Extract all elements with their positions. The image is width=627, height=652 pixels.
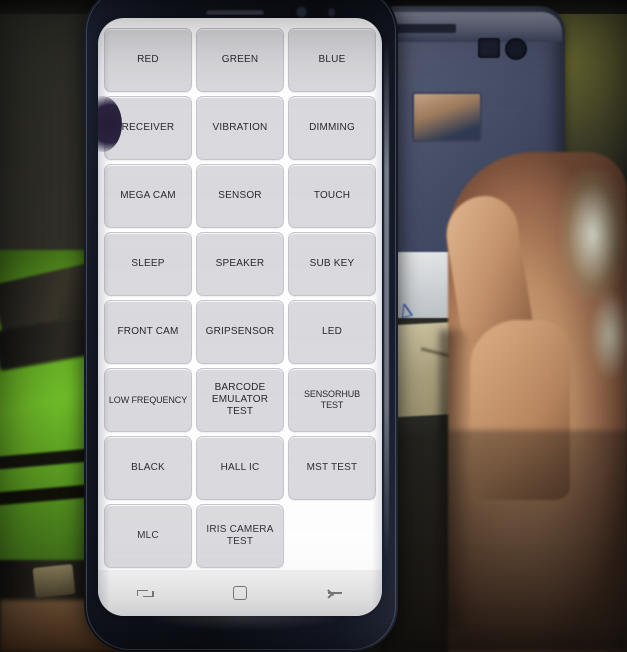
connector-part bbox=[32, 563, 76, 599]
test-button-barcode-emulator-test[interactable]: BARCODE EMULATOR TEST bbox=[196, 368, 284, 432]
test-button-vibration[interactable]: VIBRATION bbox=[196, 96, 284, 160]
chassis-camera-cutout bbox=[478, 38, 500, 58]
test-button-hall-ic[interactable]: HALL IC bbox=[196, 436, 284, 500]
test-button-touch[interactable]: TOUCH bbox=[288, 164, 376, 228]
background-highlight-1 bbox=[560, 170, 626, 300]
chassis-window-cutout bbox=[412, 92, 482, 142]
chassis-sensor-cutout bbox=[505, 38, 527, 60]
test-button-speaker[interactable]: SPEAKER bbox=[196, 232, 284, 296]
front-camera-icon bbox=[328, 8, 335, 17]
phone-device: RED GREEN BLUE RECEIVER VIBRATION DIMMING MEGA… bbox=[84, 0, 398, 652]
test-button-gripsensor[interactable]: GRIPSENSOR bbox=[196, 300, 284, 364]
test-button-mst-test[interactable]: MST TEST bbox=[288, 436, 376, 500]
test-button-mlc[interactable]: MLC bbox=[104, 504, 192, 568]
grid-cell-empty bbox=[288, 504, 376, 568]
test-button-iris-camera-test[interactable]: IRIS CAMERA TEST bbox=[196, 504, 284, 568]
screenshot-scene: ∆ RED GREEN BLUE RECEIVER VIBRATION DIMMING ME… bbox=[0, 0, 627, 652]
test-button-sensorhub-test[interactable]: SENSORHUB TEST bbox=[288, 368, 376, 432]
test-button-grid: RED GREEN BLUE RECEIVER VIBRATION DIMMING MEGA… bbox=[98, 18, 382, 570]
test-button-blue[interactable]: BLUE bbox=[288, 28, 376, 92]
test-button-led[interactable]: LED bbox=[288, 300, 376, 364]
test-button-front-cam[interactable]: FRONT CAM bbox=[104, 300, 192, 364]
test-button-sensor[interactable]: SENSOR bbox=[196, 164, 284, 228]
test-button-dimming[interactable]: DIMMING bbox=[288, 96, 376, 160]
test-button-receiver[interactable]: RECEIVER bbox=[104, 96, 192, 160]
back-icon bbox=[327, 586, 343, 600]
test-button-sub-key[interactable]: SUB KEY bbox=[288, 232, 376, 296]
phone-edge-highlight bbox=[384, 40, 389, 560]
test-button-sleep[interactable]: SLEEP bbox=[104, 232, 192, 296]
recents-icon bbox=[136, 586, 154, 601]
phone-screen: RED GREEN BLUE RECEIVER VIBRATION DIMMING MEGA… bbox=[98, 18, 382, 616]
earpiece-icon bbox=[206, 9, 264, 14]
home-icon bbox=[232, 586, 247, 600]
test-button-low-frequency[interactable]: LOW FREQUENCY bbox=[104, 368, 192, 432]
recents-button[interactable] bbox=[117, 576, 173, 610]
test-button-red[interactable]: RED bbox=[104, 28, 192, 92]
home-button[interactable] bbox=[212, 576, 268, 610]
back-button[interactable] bbox=[307, 576, 363, 610]
test-button-black[interactable]: BLACK bbox=[104, 436, 192, 500]
android-navigation-bar bbox=[98, 570, 382, 616]
proximity-sensor-icon bbox=[297, 7, 306, 17]
test-button-green[interactable]: GREEN bbox=[196, 28, 284, 92]
background-bottom-shadow bbox=[380, 430, 627, 652]
test-button-mega-cam[interactable]: MEGA CAM bbox=[104, 164, 192, 228]
chassis-slot bbox=[396, 24, 456, 33]
background-highlight-2 bbox=[590, 290, 627, 380]
